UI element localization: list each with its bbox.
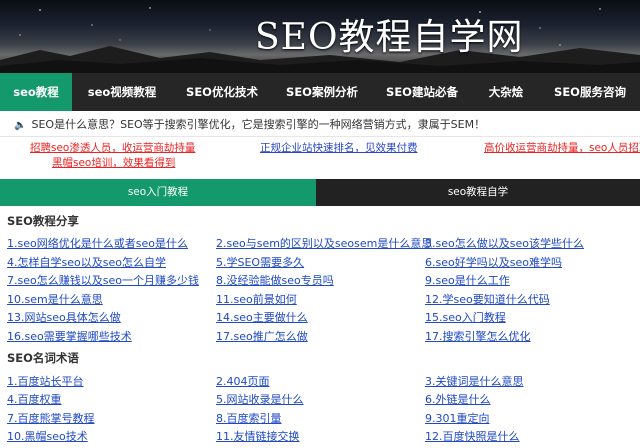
nav-item-seo-site-building[interactable]: SEO建站必备	[372, 73, 472, 111]
list-item-link[interactable]: 8.百度索引量	[216, 412, 282, 426]
list-item-link[interactable]: 9.seo是什么工作	[425, 274, 510, 288]
ad-link[interactable]: 正规企业站快速排名，见效果付费	[260, 141, 418, 155]
list-item-link[interactable]: 13.网站seo具体怎么做	[7, 311, 121, 325]
list-item-link[interactable]: 10.sem是什么意思	[7, 293, 103, 307]
list-item-link[interactable]: 7.百度熊掌号教程	[7, 412, 95, 426]
section-title: SEO教程分享	[7, 214, 79, 228]
list-item-link[interactable]: 10.黑帽seo技术	[7, 430, 88, 444]
ad-area: 招聘seo渗透人员，收运营商劫持量 黑帽seo培训，效果看得到 正规企业站快速排…	[0, 138, 640, 174]
header-banner: SEO教程自学网	[0, 0, 640, 73]
nav-item-seo-video[interactable]: seo视频教程	[72, 73, 172, 111]
list-item-link[interactable]: 9.301重定向	[425, 412, 490, 426]
nav-item-seo-service[interactable]: SEO服务咨询	[540, 73, 640, 111]
list-item-link[interactable]: 12.百度快照是什么	[425, 430, 520, 444]
list-item-link[interactable]: 12.学seo要知道什么代码	[425, 293, 550, 307]
list-item-link[interactable]: 15.seo入门教程	[425, 311, 506, 325]
ad-link[interactable]: 黑帽seo培训，效果看得到	[52, 156, 175, 170]
main-nav: seo教程 seo视频教程 SEO优化技术 SEO案例分析 SEO建站必备 大杂…	[0, 73, 640, 111]
nav-item-seo-tutorial[interactable]: seo教程	[0, 73, 72, 111]
site-title: SEO教程自学网	[255, 17, 524, 58]
tab-seo-intro[interactable]: seo入门教程	[0, 179, 316, 206]
list-item-link[interactable]: 5.网站收录是什么	[216, 393, 304, 407]
list-item-link[interactable]: 3.seo怎么做以及seo该学些什么	[425, 237, 584, 251]
notice-bar: 🔈 SEO是什么意思？SEO等于搜索引擎优化，它是搜索引擎的一种网络营销方式，隶…	[0, 114, 640, 137]
list-item-link[interactable]: 1.百度站长平台	[7, 375, 84, 389]
ad-link[interactable]: 招聘seo渗透人员，收运营商劫持量	[30, 141, 195, 155]
notice-text: SEO是什么意思？SEO等于搜索引擎优化，它是搜索引擎的一种网络营销方式，隶属于…	[31, 118, 486, 131]
list-item-link[interactable]: 17.搜索引擎怎么优化	[425, 330, 531, 344]
section-title: SEO名词术语	[7, 351, 79, 365]
list-item-link[interactable]: 17.seo推广怎么做	[216, 330, 308, 344]
nav-item-seo-cases[interactable]: SEO案例分析	[272, 73, 372, 111]
list-item-link[interactable]: 16.seo需要掌握哪些技术	[7, 330, 132, 344]
list-item-link[interactable]: 11.seo前景如何	[216, 293, 297, 307]
list-item-link[interactable]: 14.seo主要做什么	[216, 311, 308, 325]
list-item-link[interactable]: 8.没经验能做seo专员吗	[216, 274, 334, 288]
list-item-link[interactable]: 6.外链是什么	[425, 393, 491, 407]
list-item-link[interactable]: 2.404页面	[216, 375, 270, 389]
nav-item-misc[interactable]: 大杂烩	[472, 73, 540, 111]
tab-seo-self-study[interactable]: seo教程自学	[316, 179, 640, 206]
list-item-link[interactable]: 3.关键词是什么意思	[425, 375, 524, 389]
list-item-link[interactable]: 5.学SEO需要多久	[216, 256, 304, 270]
list-item-link[interactable]: 2.seo与sem的区别以及seosem是什么意思	[216, 237, 432, 251]
list-item-link[interactable]: 1.seo网络优化是什么或者seo是什么	[7, 237, 188, 251]
ad-link[interactable]: 高价收运营商劫持量，seo人员招聘	[484, 141, 640, 155]
list-item-link[interactable]: 7.seo怎么赚钱以及seo一个月赚多少钱	[7, 274, 199, 288]
list-item-link[interactable]: 11.友情链接交换	[216, 430, 300, 444]
list-item-link[interactable]: 4.百度权重	[7, 393, 62, 407]
nav-item-seo-optimization[interactable]: SEO优化技术	[172, 73, 272, 111]
speaker-icon: 🔈	[14, 120, 27, 131]
list-item-link[interactable]: 6.seo好学吗以及seo难学吗	[425, 256, 562, 270]
content-tabs: seo入门教程 seo教程自学	[0, 179, 640, 206]
list-item-link[interactable]: 4.怎样自学seo以及seo怎么自学	[7, 256, 166, 270]
